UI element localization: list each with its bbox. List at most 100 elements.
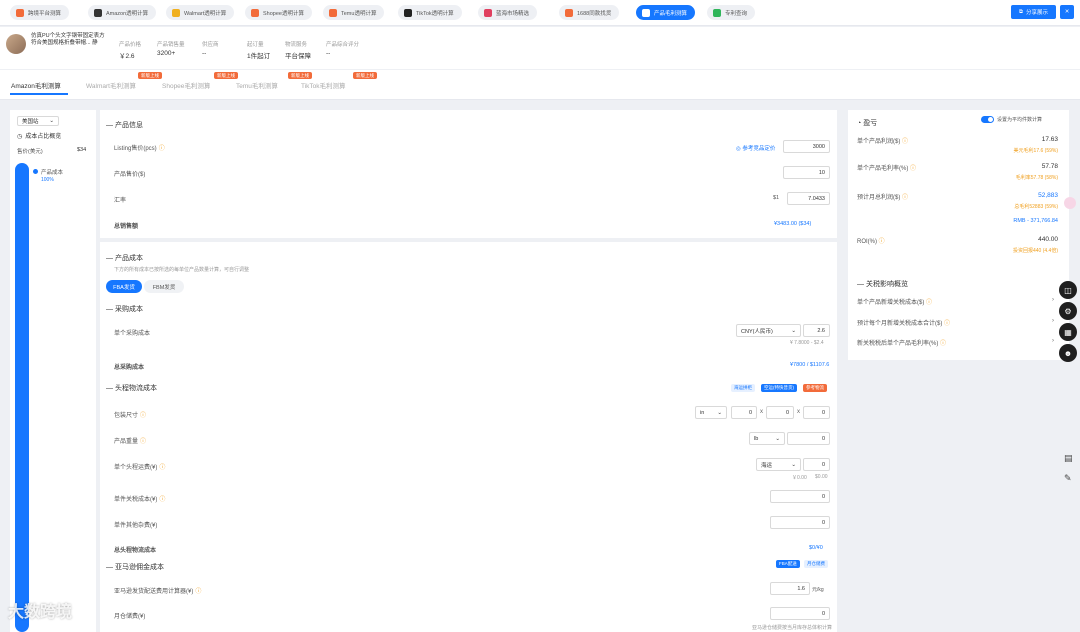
help-icon[interactable]: ⓘ (159, 497, 165, 503)
help-icon[interactable]: ⓘ (924, 300, 932, 306)
storage-fee-input[interactable]: 0 (770, 607, 830, 620)
grid-icon[interactable]: ▦ (1059, 323, 1077, 341)
stat-value: 1件起订 (247, 53, 271, 60)
platform-pill-4[interactable]: Temu透明计算 (323, 5, 385, 20)
chat-bot-icon[interactable]: ☻ (1059, 344, 1077, 362)
platform-logo-icon (484, 8, 492, 17)
help-icon[interactable]: ⓘ (159, 146, 165, 152)
weight-input[interactable]: 0 (787, 432, 830, 445)
times-separator: x (797, 409, 800, 415)
platform-logo-icon (329, 8, 337, 17)
layout-icon[interactable]: ◫ (1059, 281, 1077, 299)
stat-label: 产品销售量 (157, 42, 185, 48)
help-icon[interactable]: ⓘ (195, 589, 201, 595)
legend-percent: 100% (41, 177, 54, 183)
tariff-input[interactable]: 0 (770, 490, 830, 503)
profit-row-sub: 投资回报440 (4.4倍) (1012, 248, 1058, 254)
length-input[interactable]: 0 (731, 406, 757, 419)
tab-0[interactable]: Amazon毛利测算 (11, 80, 61, 90)
share-button[interactable]: ⧉ 分享展示 (1011, 5, 1056, 19)
fbm-shipping-tab[interactable]: FBM发货 (144, 280, 184, 293)
platform-pill-6[interactable]: 蓝海市场精选 (478, 5, 538, 20)
platform-pill-9[interactable]: 专利查询 (707, 5, 756, 20)
profit-row-value: 57.78 (1041, 163, 1058, 170)
platform-logo-icon (565, 8, 573, 17)
weight-unit-select[interactable]: lb ⌄ (749, 432, 785, 445)
unit-price-input[interactable]: 10 (783, 166, 830, 179)
freight-label: 单个头程运费(¥) ⓘ (114, 465, 166, 471)
product-thumbnail[interactable] (6, 34, 26, 54)
storage-note: 亚马逊仓储费按当月库存总体积计算 (752, 625, 833, 631)
help-icon[interactable]: ⓘ (140, 439, 146, 445)
help-icon[interactable]: ⓘ (942, 321, 950, 327)
help-icon[interactable]: ⓘ (938, 341, 946, 347)
help-icon[interactable]: ⓘ (900, 195, 908, 201)
price-label: 售价(美元) (17, 149, 43, 155)
platform-pill-7[interactable]: 1688同款找货 (559, 5, 620, 20)
rate-prefix: $1 (773, 195, 780, 201)
listing-price-input[interactable]: 3000 (783, 140, 830, 153)
height-input[interactable]: 0 (803, 406, 830, 419)
legend-dot-icon (33, 169, 38, 174)
average-toggle[interactable] (981, 116, 994, 123)
help-icon[interactable]: ⓘ (908, 166, 916, 172)
storage-fee-label: 月仓储费(¥) (114, 614, 146, 620)
exchange-rate-input[interactable]: 7.0433 (787, 192, 830, 205)
freight-mode-select[interactable]: 海运 ⌄ (756, 458, 801, 471)
chevron-right-icon[interactable]: › (1052, 318, 1054, 324)
other-fee-input[interactable]: 0 (770, 516, 830, 529)
purchase-cost-label: 单个采购成本 (114, 331, 151, 337)
chevron-down-icon: ⌄ (717, 409, 722, 416)
tab-2[interactable]: Shopee毛利测算 (162, 80, 210, 90)
assistant-avatar-icon[interactable] (1064, 197, 1076, 209)
settings-icon[interactable]: ⚙ (1059, 302, 1077, 320)
freight-usd: $0.00 (815, 474, 828, 480)
help-icon[interactable]: ⓘ (159, 465, 165, 471)
air-freight-button[interactable]: 空运(特快普货) (761, 384, 797, 392)
stat-label: 物流服务 (285, 42, 308, 48)
total-sales-label: 总销售额 (114, 224, 139, 230)
region-select[interactable]: 美国站 ⌄ (17, 116, 59, 126)
chevron-down-icon: ⌄ (791, 461, 796, 468)
profit-row-value: 52,883 (1038, 192, 1058, 199)
close-icon: ✕ (1064, 9, 1070, 15)
edit-icon[interactable]: ✎ (1064, 473, 1072, 484)
freight-input[interactable]: 0 (803, 458, 830, 471)
platform-pill-0[interactable]: 跨境平台测算 (10, 5, 70, 20)
tab-1[interactable]: Walmart毛利测算 (86, 80, 136, 90)
platform-pill-5[interactable]: TikTok透明计算 (398, 5, 462, 20)
width-input[interactable]: 0 (766, 406, 794, 419)
close-button[interactable]: ✕ (1060, 5, 1074, 19)
platform-pill-2[interactable]: Walmart透明计算 (166, 5, 235, 20)
fba-fee-input[interactable]: 1.6 (770, 582, 810, 595)
tab-4[interactable]: TikTok毛利测算 (301, 80, 346, 90)
platform-pill-3[interactable]: Shopee透明计算 (245, 5, 312, 20)
profit-row-label: 单个产品毛利率(%) ⓘ (857, 166, 917, 172)
help-icon[interactable]: ⓘ (877, 239, 885, 245)
purchase-cost-input[interactable]: 2.6 (803, 324, 830, 337)
platform-pill-8[interactable]: 产品毛利测算 (636, 5, 696, 20)
note-icon[interactable]: ▤ (1064, 453, 1073, 464)
platform-logo-icon (713, 8, 721, 17)
platform-pill-1[interactable]: Amazon透明计算 (88, 5, 157, 20)
product-title[interactable]: 仿真PU个头文字钢带固定表方 符合美国规格折叠带帽... 静 (31, 33, 105, 47)
sea-freight-button[interactable]: 海运拼柜 (731, 384, 755, 392)
chevron-right-icon[interactable]: › (1052, 338, 1054, 344)
product-cost-card (100, 242, 837, 632)
help-icon[interactable]: ⓘ (140, 413, 146, 419)
fba-fee-button[interactable]: FBA配送 (776, 560, 800, 568)
cost-hint: 下方的所有成本已按所选的每单位产品数量计算，可自行调整 (114, 267, 250, 273)
fba-shipping-tab[interactable]: FBA发货 (106, 280, 142, 293)
chevron-right-icon[interactable]: › (1052, 297, 1054, 303)
reference-price-link[interactable]: ◎ 参考竞品定价 (736, 144, 775, 152)
shipping-cost-title: — 头程物流成本 (106, 385, 157, 392)
tab-3[interactable]: Temu毛利测算 (236, 80, 278, 90)
currency-select[interactable]: CNY(人民币) ⌄ (736, 324, 801, 337)
reference-logistics-button[interactable]: 参考物流 (803, 384, 827, 392)
price-value: $34 (77, 147, 87, 153)
help-icon[interactable]: ⓘ (900, 139, 908, 145)
size-unit-select[interactable]: in ⌄ (695, 406, 727, 419)
platform-logo-icon (172, 8, 180, 17)
storage-fee-button[interactable]: 月仓储费 (804, 560, 828, 568)
cost-overview-title: ◷ 成本占比概览 (17, 134, 62, 140)
